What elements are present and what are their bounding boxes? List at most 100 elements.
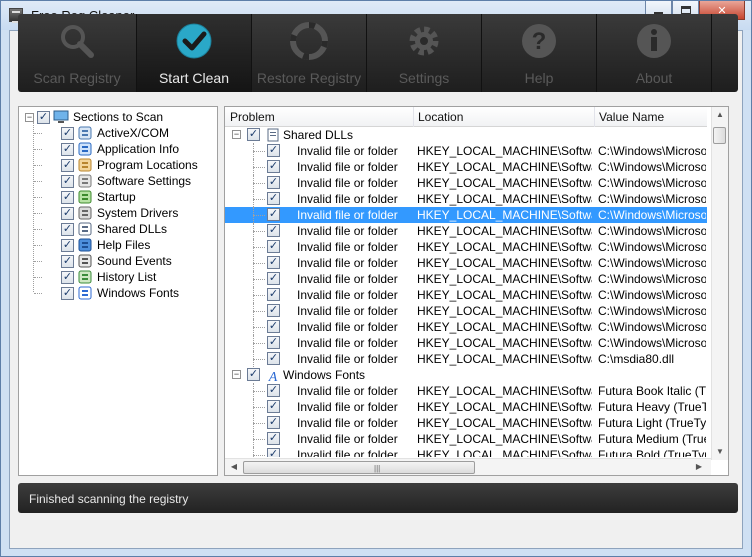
checkbox[interactable]: ✓ [267, 176, 280, 189]
collapse-toggle[interactable]: − [232, 370, 241, 379]
table-row[interactable]: ✓ Invalid file or folder HKEY_LOCAL_MACHIN… [225, 255, 707, 271]
table-row[interactable]: ✓ Invalid file or folder HKEY_LOCAL_MACHIN… [225, 447, 707, 457]
table-row[interactable]: ✓ Invalid file or folder HKEY_LOCAL_MACHIN… [225, 351, 707, 367]
table-row[interactable]: ✓ Invalid file or folder HKEY_LOCAL_MACHIN… [225, 303, 707, 319]
start-clean-button[interactable]: Start Clean [137, 14, 252, 92]
column-header-problem[interactable]: Problem [230, 110, 275, 124]
settings-button[interactable]: Settings [367, 14, 482, 92]
scroll-down-icon[interactable]: ▼ [712, 447, 728, 456]
table-row[interactable]: ✓ Invalid file or folder HKEY_LOCAL_MACHIN… [225, 207, 707, 223]
checkbox[interactable]: ✓ [61, 190, 74, 204]
program-locations-icon [78, 158, 92, 172]
checkbox[interactable]: ✓ [61, 174, 74, 188]
checkbox[interactable]: ✓ [267, 224, 280, 237]
value-name-cell: C:\Windows\Microsoft [598, 224, 706, 238]
location-cell: HKEY_LOCAL_MACHINE\Softwar… [417, 352, 592, 366]
tree-item-activex-com[interactable]: ✓ ActiveX/COM [61, 125, 169, 141]
checkbox[interactable]: ✓ [61, 142, 74, 156]
system-drivers-icon [78, 206, 92, 220]
table-row[interactable]: ✓ Invalid file or folder HKEY_LOCAL_MACHIN… [225, 415, 707, 431]
scroll-up-icon[interactable]: ▲ [712, 110, 728, 119]
tree-item-program-locations[interactable]: ✓ Program Locations [61, 157, 198, 173]
value-name-cell: C:\Windows\Microsoft [598, 176, 706, 190]
table-row[interactable]: ✓ Invalid file or folder HKEY_LOCAL_MACHIN… [225, 159, 707, 175]
table-row[interactable]: ✓ Invalid file or folder HKEY_LOCAL_MACHIN… [225, 287, 707, 303]
checkbox[interactable]: ✓ [61, 270, 74, 284]
help-button[interactable]: ? Help [482, 14, 597, 92]
tree-item-application-info[interactable]: ✓ Application Info [61, 141, 179, 157]
checkbox[interactable]: ✓ [267, 416, 280, 429]
checkbox[interactable]: ✓ [267, 256, 280, 269]
table-row[interactable]: ✓ Invalid file or folder HKEY_LOCAL_MACHIN… [225, 319, 707, 335]
table-row[interactable]: ✓ Invalid file or folder HKEY_LOCAL_MACHIN… [225, 399, 707, 415]
collapse-toggle[interactable]: − [25, 112, 34, 122]
table-row[interactable]: ✓ Invalid file or folder HKEY_LOCAL_MACHIN… [225, 431, 707, 447]
column-header-location[interactable]: Location [418, 110, 463, 124]
checkbox[interactable]: ✓ [267, 432, 280, 445]
checkbox[interactable]: ✓ [267, 336, 280, 349]
table-row[interactable]: ✓ Invalid file or folder HKEY_LOCAL_MACHIN… [225, 191, 707, 207]
vertical-scroll-thumb[interactable] [713, 127, 726, 144]
scan-registry-button[interactable]: Scan Registry [18, 14, 137, 92]
tree-item-label: Software Settings [97, 174, 192, 188]
checkbox[interactable]: ✓ [61, 286, 74, 300]
table-row[interactable]: ✓ Invalid file or folder HKEY_LOCAL_MACHIN… [225, 175, 707, 191]
group-row[interactable]: − ✓ Shared DLLs [225, 127, 707, 143]
tree-item-startup[interactable]: ✓ Startup [61, 189, 136, 205]
checkbox[interactable]: ✓ [61, 126, 74, 140]
checkbox[interactable]: ✓ [267, 304, 280, 317]
checkbox[interactable]: ✓ [247, 368, 260, 381]
tree-item-help-files[interactable]: ✓ Help Files [61, 237, 150, 253]
location-cell: HKEY_LOCAL_MACHINE\Softwar… [417, 336, 592, 350]
table-row[interactable]: ✓ Invalid file or folder HKEY_LOCAL_MACHIN… [225, 239, 707, 255]
tree-item-software-settings[interactable]: ✓ Software Settings [61, 173, 191, 189]
group-row[interactable]: − ✓ A Windows Fonts [225, 367, 707, 383]
checkbox[interactable]: ✓ [267, 400, 280, 413]
table-row[interactable]: ✓ Invalid file or folder HKEY_LOCAL_MACHIN… [225, 271, 707, 287]
scroll-left-icon[interactable]: ◀ [226, 462, 242, 471]
table-row[interactable]: ✓ Invalid file or folder HKEY_LOCAL_MACHIN… [225, 335, 707, 351]
value-name-cell: C:\msdia80.dll [598, 352, 675, 366]
checkbox[interactable]: ✓ [61, 222, 74, 236]
checkbox[interactable]: ✓ [37, 110, 50, 124]
tree-item-history-list[interactable]: ✓ History List [61, 269, 156, 285]
table-row[interactable]: ✓ Invalid file or folder HKEY_LOCAL_MACHIN… [225, 143, 707, 159]
collapse-toggle[interactable]: − [232, 130, 241, 139]
checkbox[interactable]: ✓ [267, 448, 280, 457]
checkbox[interactable]: ✓ [247, 128, 260, 141]
checkbox[interactable]: ✓ [61, 206, 74, 220]
results-list[interactable]: Problem Location Value Name − ✓ Shared DLL… [224, 106, 729, 476]
checkbox[interactable]: ✓ [61, 254, 74, 268]
checkbox[interactable]: ✓ [267, 288, 280, 301]
checkbox[interactable]: ✓ [267, 320, 280, 333]
tree-root[interactable]: − ✓ Sections to Scan [25, 109, 163, 125]
tree-item-system-drivers[interactable]: ✓ System Drivers [61, 205, 178, 221]
checkbox[interactable]: ✓ [61, 158, 74, 172]
tree-item-shared-dlls[interactable]: ✓ Shared DLLs [61, 221, 167, 237]
checkbox[interactable]: ✓ [267, 272, 280, 285]
checkbox[interactable]: ✓ [267, 352, 280, 365]
checkbox[interactable]: ✓ [61, 238, 74, 252]
value-name-cell: Futura Light (TrueType [598, 416, 706, 430]
checkbox[interactable]: ✓ [267, 144, 280, 157]
restore-registry-button[interactable]: Restore Registry [252, 14, 367, 92]
checkbox[interactable]: ✓ [267, 192, 280, 205]
checkbox[interactable]: ✓ [267, 240, 280, 253]
scroll-right-icon[interactable]: ▶ [691, 462, 707, 471]
problem-cell: Invalid file or folder [297, 288, 398, 302]
tree-item-sound-events[interactable]: ✓ Sound Events [61, 253, 172, 269]
location-cell: HKEY_LOCAL_MACHINE\Softwar… [417, 272, 592, 286]
tree-item-windows-fonts[interactable]: ✓ Windows Fonts [61, 285, 179, 301]
sections-tree[interactable]: − ✓ Sections to Scan ✓ ActiveX/COM ✓ Applic… [18, 106, 218, 476]
vertical-scrollbar[interactable]: ▲ ▼ [711, 107, 728, 460]
checkbox[interactable]: ✓ [267, 160, 280, 173]
column-header-value-name[interactable]: Value Name [599, 110, 664, 124]
table-row[interactable]: ✓ Invalid file or folder HKEY_LOCAL_MACHIN… [225, 383, 707, 399]
checkbox[interactable]: ✓ [267, 384, 280, 397]
horizontal-scroll-thumb[interactable]: ||| [243, 461, 475, 474]
about-button[interactable]: About [597, 14, 712, 92]
tree-item-label: Application Info [97, 142, 180, 156]
table-row[interactable]: ✓ Invalid file or folder HKEY_LOCAL_MACHIN… [225, 223, 707, 239]
checkbox[interactable]: ✓ [267, 208, 280, 221]
horizontal-scrollbar[interactable]: ◀ ||| ▶ [225, 458, 711, 475]
